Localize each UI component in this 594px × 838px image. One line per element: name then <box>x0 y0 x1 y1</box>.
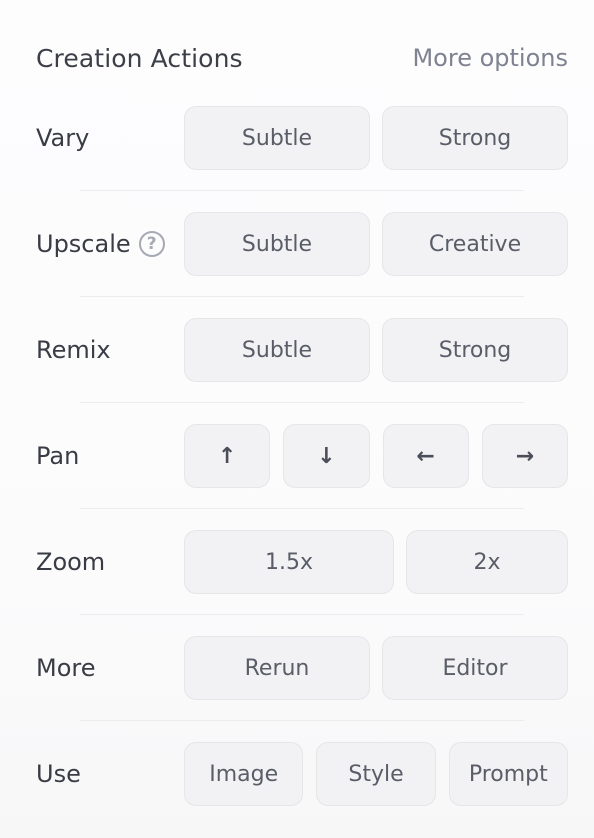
arrow-down-icon: ↓ <box>317 443 336 469</box>
row-divider <box>80 296 524 297</box>
pan-down-button[interactable]: ↓ <box>283 424 370 488</box>
row-zoom: Zoom 1.5x 2x <box>36 530 568 594</box>
row-upscale: Upscale ? Subtle Creative <box>36 212 568 276</box>
use-style-button[interactable]: Style <box>316 742 436 806</box>
row-label-vary: Vary <box>36 124 184 152</box>
use-buttons: Image Style Prompt <box>184 742 568 806</box>
pan-right-button[interactable]: → <box>481 424 568 488</box>
row-divider <box>80 614 524 615</box>
row-divider <box>80 190 524 191</box>
editor-button[interactable]: Editor <box>382 636 568 700</box>
vary-label: Vary <box>36 124 90 152</box>
upscale-creative-button[interactable]: Creative <box>382 212 568 276</box>
vary-buttons: Subtle Strong <box>184 106 568 170</box>
arrow-up-icon: ↑ <box>217 443 237 469</box>
row-more: More Rerun Editor <box>36 636 568 700</box>
help-icon[interactable]: ? <box>138 231 165 257</box>
remix-buttons: Subtle Strong <box>184 318 568 382</box>
more-options-link[interactable]: More options <box>412 44 568 72</box>
use-image-button[interactable]: Image <box>184 742 304 806</box>
pan-label: Pan <box>36 442 80 470</box>
row-label-upscale: Upscale ? <box>36 230 184 258</box>
row-pan: Pan ↑ ↓ ← → <box>36 424 568 488</box>
row-label-zoom: Zoom <box>36 548 184 576</box>
zoom-2x-button[interactable]: 2x <box>406 530 568 594</box>
upscale-buttons: Subtle Creative <box>184 212 568 276</box>
vary-strong-button[interactable]: Strong <box>382 106 568 170</box>
vary-subtle-button[interactable]: Subtle <box>184 106 370 170</box>
more-buttons: Rerun Editor <box>184 636 568 700</box>
remix-strong-button[interactable]: Strong <box>382 318 568 382</box>
row-divider <box>80 402 524 403</box>
zoom-label: Zoom <box>36 548 106 576</box>
row-divider <box>80 720 524 721</box>
more-label: More <box>36 654 96 682</box>
row-vary: Vary Subtle Strong <box>36 106 568 170</box>
use-label: Use <box>36 760 81 788</box>
row-label-remix: Remix <box>36 336 184 364</box>
row-remix: Remix Subtle Strong <box>36 318 568 382</box>
arrow-right-icon: → <box>515 443 535 469</box>
rerun-button[interactable]: Rerun <box>184 636 370 700</box>
pan-up-button[interactable]: ↑ <box>184 424 271 488</box>
upscale-subtle-button[interactable]: Subtle <box>184 212 370 276</box>
row-divider <box>80 508 524 509</box>
remix-label: Remix <box>36 336 111 364</box>
row-use: Use Image Style Prompt <box>36 742 568 806</box>
zoom-1-5x-button[interactable]: 1.5x <box>184 530 394 594</box>
panel-header: Creation Actions More options <box>36 38 568 78</box>
creation-actions-panel: Creation Actions More options Vary Subtl… <box>0 0 594 838</box>
pan-left-button[interactable]: ← <box>382 424 469 488</box>
use-prompt-button[interactable]: Prompt <box>448 742 568 806</box>
pan-buttons: ↑ ↓ ← → <box>184 424 568 488</box>
row-label-use: Use <box>36 760 184 788</box>
remix-subtle-button[interactable]: Subtle <box>184 318 370 382</box>
upscale-label: Upscale <box>36 230 131 258</box>
arrow-left-icon: ← <box>416 443 435 469</box>
row-label-pan: Pan <box>36 442 184 470</box>
row-label-more: More <box>36 654 184 682</box>
zoom-buttons: 1.5x 2x <box>184 530 568 594</box>
panel-title: Creation Actions <box>36 43 243 73</box>
